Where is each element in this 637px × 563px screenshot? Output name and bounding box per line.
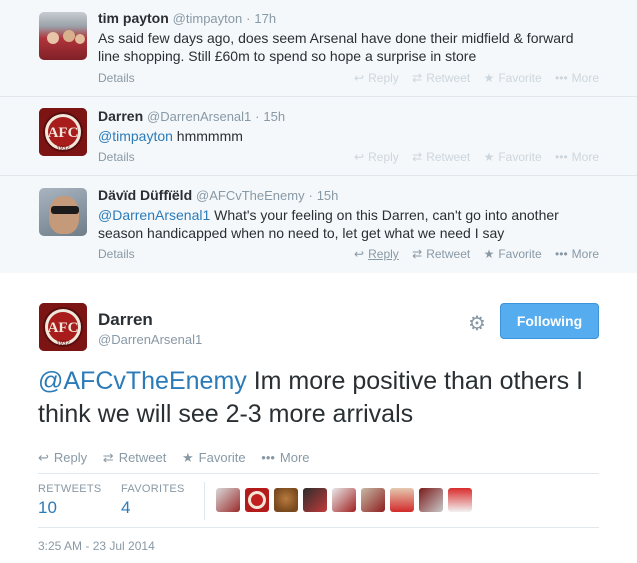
main-tweet: AFC 1932 Darren @DarrenArsenal1 ⚙ Follow… xyxy=(0,273,637,563)
fullname[interactable]: Dävïd Düffïëld xyxy=(98,187,192,203)
tweet-text: As said few days ago, does seem Arsenal … xyxy=(98,30,574,64)
retweet-button[interactable]: ⇄ Retweet xyxy=(103,450,167,466)
tweet-text: @AFCvTheEnemy Im more positive than othe… xyxy=(38,367,584,428)
handle[interactable]: @DarrenArsenal1 xyxy=(147,109,251,124)
star-icon: ★ xyxy=(182,450,194,465)
retweet-button[interactable]: ⇄ Retweet xyxy=(412,71,470,85)
favorite-button[interactable]: ★ Favorite xyxy=(484,71,542,85)
fullname[interactable]: Darren xyxy=(98,310,153,330)
tweet-text: @DarrenArsenal1 What's your feeling on t… xyxy=(98,207,559,241)
mention-link[interactable]: @AFCvTheEnemy xyxy=(38,367,247,395)
reply-icon: ↩ xyxy=(354,247,365,261)
more-button[interactable]: ••• More xyxy=(555,150,599,164)
handle[interactable]: @DarrenArsenal1 xyxy=(98,332,202,347)
star-icon: ★ xyxy=(483,71,495,85)
conversation-thread: tim payton @timpayton · 17h As said few … xyxy=(0,0,637,273)
svg-text:1932: 1932 xyxy=(56,341,70,347)
favoriter-avatar[interactable] xyxy=(274,488,298,512)
timestamp[interactable]: 17h xyxy=(254,11,276,26)
tweet-actions: ↩ Reply ⇄ Retweet ★ Favorite ••• More xyxy=(344,71,599,85)
tweet-header: tim payton @timpayton · 17h xyxy=(98,10,276,26)
more-button[interactable]: ••• More xyxy=(261,450,309,465)
reply-button[interactable]: ↩ Reply xyxy=(38,450,87,466)
avatar[interactable] xyxy=(39,188,87,236)
favorite-button[interactable]: ★ Favorite xyxy=(484,150,542,164)
retweet-icon: ⇄ xyxy=(412,150,423,164)
tweet-timestamp[interactable]: 3:25 AM - 23 Jul 2014 xyxy=(38,539,155,553)
star-icon: ★ xyxy=(483,150,495,164)
conversation-tweet[interactable]: tim payton @timpayton · 17h As said few … xyxy=(0,0,637,97)
retweets-count: 10 xyxy=(38,498,57,517)
tweet-header: Dävïd Düffïëld @AFCvTheEnemy · 15h xyxy=(98,187,338,203)
svg-text:1932: 1932 xyxy=(56,146,70,152)
more-dots-icon: ••• xyxy=(555,247,568,261)
favorites-label: FAVORITES xyxy=(121,483,185,495)
svg-text:AFC: AFC xyxy=(48,125,79,141)
handle[interactable]: @timpayton xyxy=(173,11,243,26)
favorites-stat[interactable]: FAVORITES 4 xyxy=(121,483,185,518)
arsenal-crest-icon: AFC 1932 xyxy=(39,303,87,351)
fullname[interactable]: Darren xyxy=(98,108,143,124)
reply-icon: ↩ xyxy=(354,150,365,164)
retweet-button[interactable]: ⇄ Retweet xyxy=(412,150,470,164)
avatar[interactable]: AFC 1932 xyxy=(39,108,87,156)
favoriter-avatar[interactable] xyxy=(390,488,414,512)
arsenal-crest-icon: AFC 1932 xyxy=(39,108,87,156)
favoriter-avatar[interactable] xyxy=(419,488,443,512)
more-dots-icon: ••• xyxy=(261,450,275,465)
favorites-count: 4 xyxy=(121,498,131,517)
gear-icon[interactable]: ⚙ xyxy=(468,311,486,336)
favoriter-avatar[interactable] xyxy=(303,488,327,512)
timestamp[interactable]: 15h xyxy=(317,188,339,203)
more-button[interactable]: ••• More xyxy=(555,71,599,85)
retweets-stat[interactable]: RETWEETS 10 xyxy=(38,483,102,518)
favoriter-avatar[interactable] xyxy=(245,488,269,512)
tweet-actions: ↩ Reply ⇄ Retweet ★ Favorite ••• More xyxy=(38,450,322,466)
favoriter-avatar[interactable] xyxy=(216,488,240,512)
handle[interactable]: @AFCvTheEnemy xyxy=(196,188,305,203)
details-link[interactable]: Details xyxy=(98,71,135,85)
reply-icon: ↩ xyxy=(354,71,365,85)
tweet-actions: ↩ Reply ⇄ Retweet ★ Favorite ••• More xyxy=(344,150,599,164)
separator-dot: · xyxy=(255,109,260,124)
avatar[interactable]: AFC 1932 xyxy=(39,303,87,351)
retweets-label: RETWEETS xyxy=(38,483,102,495)
reply-button[interactable]: ↩ Reply xyxy=(354,150,399,164)
reply-icon: ↩ xyxy=(38,450,49,465)
separator-dot: · xyxy=(246,11,251,26)
retweet-icon: ⇄ xyxy=(102,450,114,465)
retweet-button[interactable]: ⇄ Retweet xyxy=(412,247,470,261)
stat-divider xyxy=(204,482,205,520)
timestamp[interactable]: 15h xyxy=(263,109,285,124)
retweet-icon: ⇄ xyxy=(412,71,423,85)
favoriter-avatar[interactable] xyxy=(332,488,356,512)
favorite-button[interactable]: ★ Favorite xyxy=(182,450,246,466)
reply-button[interactable]: ↩ Reply xyxy=(354,247,399,261)
more-button[interactable]: ••• More xyxy=(555,247,599,261)
reply-button[interactable]: ↩ Reply xyxy=(354,71,399,85)
mention-link[interactable]: @timpayton xyxy=(98,128,173,144)
star-icon: ★ xyxy=(483,247,495,261)
svg-text:AFC: AFC xyxy=(48,320,79,336)
fullname[interactable]: tim payton xyxy=(98,10,169,26)
more-dots-icon: ••• xyxy=(555,150,568,164)
details-link[interactable]: Details xyxy=(98,150,135,164)
conversation-tweet[interactable]: AFC 1932 Darren @DarrenArsenal1 · 15h @t… xyxy=(0,97,637,176)
details-link[interactable]: Details xyxy=(98,247,135,261)
separator-dot: · xyxy=(308,188,313,203)
more-dots-icon: ••• xyxy=(555,71,568,85)
retweet-icon: ⇄ xyxy=(412,247,423,261)
favoriter-avatar[interactable] xyxy=(448,488,472,512)
avatar[interactable] xyxy=(39,12,87,60)
favorite-button[interactable]: ★ Favorite xyxy=(484,247,542,261)
tweet-header: Darren @DarrenArsenal1 · 15h xyxy=(98,108,285,124)
following-button[interactable]: Following xyxy=(500,303,599,339)
crest-icon xyxy=(248,491,266,509)
tweet-stats: RETWEETS 10 FAVORITES 4 xyxy=(38,473,599,528)
tweet-actions: ↩ Reply ⇄ Retweet ★ Favorite ••• More xyxy=(344,247,599,261)
mention-link[interactable]: @DarrenArsenal1 xyxy=(98,207,210,223)
tweet-text: @timpayton hmmmmm xyxy=(98,128,243,144)
favoriter-avatar[interactable] xyxy=(361,488,385,512)
conversation-tweet[interactable]: Dävïd Düffïëld @AFCvTheEnemy · 15h @Darr… xyxy=(0,176,637,273)
